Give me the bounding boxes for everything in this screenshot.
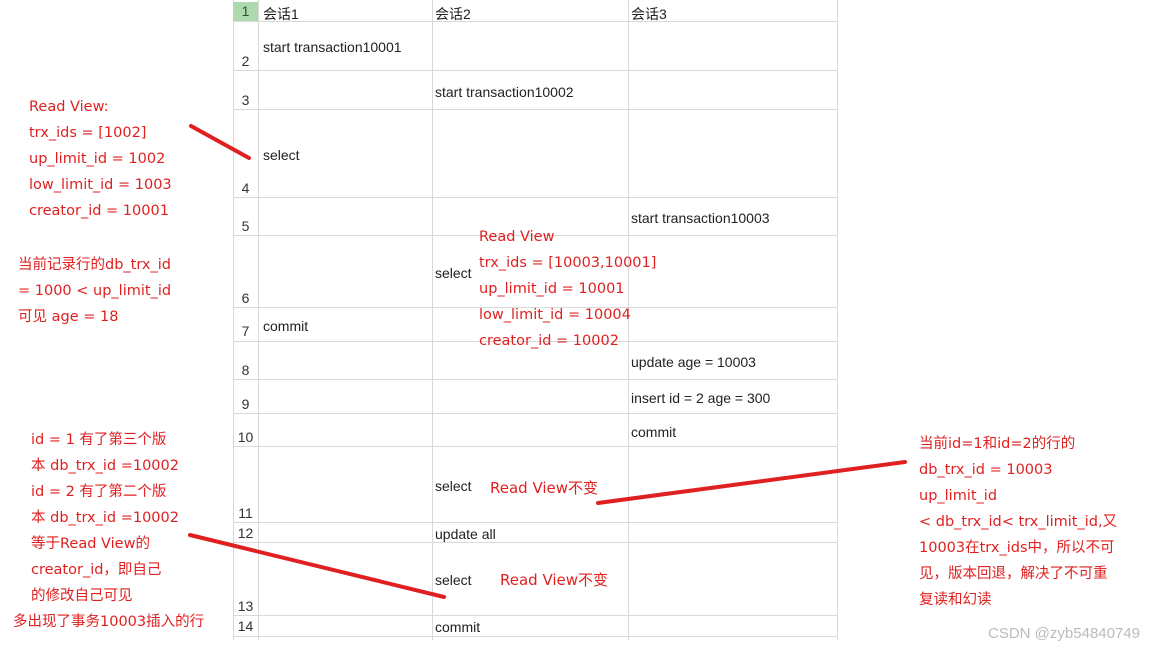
annotation-connectors: [188, 124, 907, 599]
connector-line: [596, 460, 907, 505]
connector-line: [189, 124, 251, 160]
csdn-watermark: CSDN @zyb54840749: [988, 625, 1140, 642]
connector-line: [188, 533, 446, 599]
